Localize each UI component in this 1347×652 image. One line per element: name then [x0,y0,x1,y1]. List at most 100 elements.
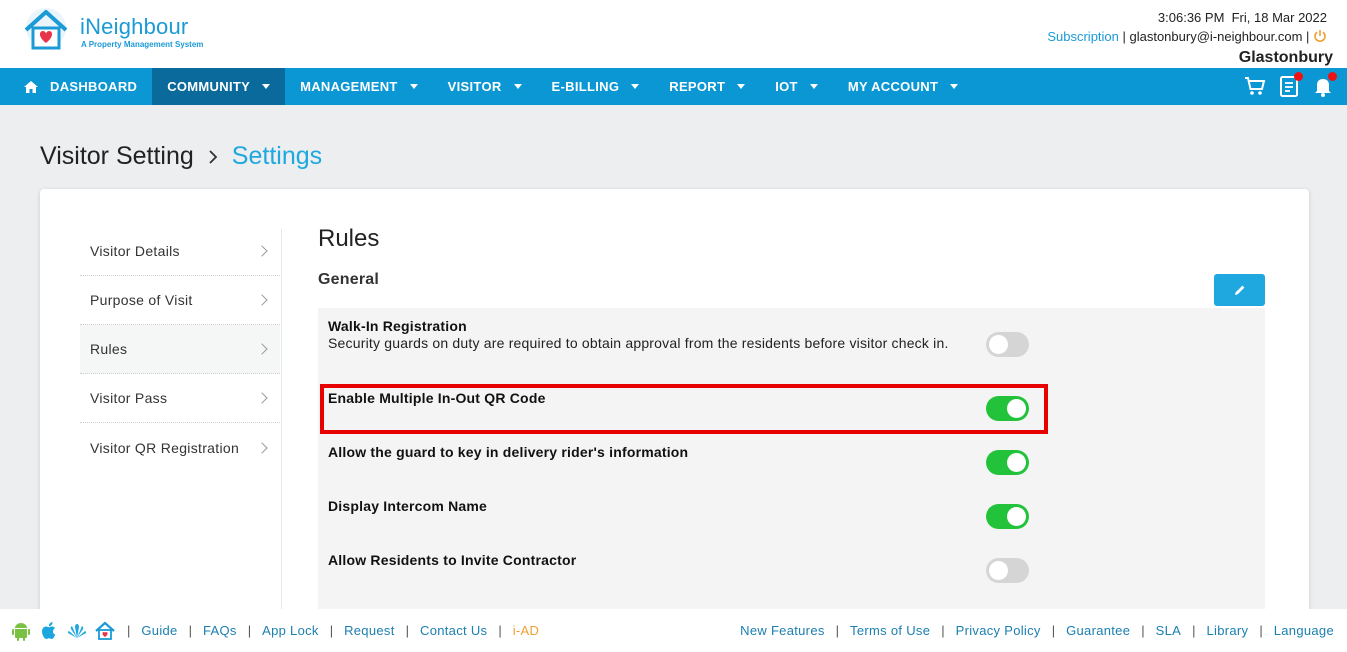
apple-icon[interactable] [38,620,60,642]
subscription-link[interactable]: Subscription [1047,29,1119,44]
walk-in-registration-toggle[interactable] [986,332,1029,357]
power-icon[interactable] [1313,29,1327,43]
content-title: Rules [318,225,380,252]
huawei-icon[interactable] [66,620,88,642]
notes-icon[interactable] [1277,72,1303,98]
rules-panel: Walk-In Registration Security guards on … [318,308,1265,629]
nav-iot[interactable]: IOT [760,68,833,105]
pencil-icon [1234,285,1244,295]
side-item-purpose-of-visit[interactable]: Purpose of Visit [80,276,280,325]
display-intercom-name-toggle[interactable] [986,504,1029,529]
section-title: General [318,271,379,288]
footer-link-sla[interactable]: SLA [1156,623,1181,638]
nav-e-billing[interactable]: E-BILLING [537,68,655,105]
nav-label: MANAGEMENT [300,79,398,94]
cart-icon[interactable] [1243,74,1267,98]
footer-link-terms-of-use[interactable]: Terms of Use [850,623,930,638]
settings-card: Visitor Details Purpose of Visit Rules V… [40,189,1309,629]
nav-community[interactable]: COMMUNITY [152,68,286,105]
account-email: | glastonbury@i-neighbour.com | [1118,29,1313,44]
side-item-label: Visitor QR Registration [90,439,240,456]
footer-link-app-lock[interactable]: App Lock [262,623,319,638]
main-nav: DASHBOARD COMMUNITY MANAGEMENT VISITOR E… [0,68,1347,105]
home-icon [24,80,38,93]
footer-link-language[interactable]: Language [1274,623,1334,638]
nav-dashboard[interactable]: DASHBOARD [0,68,152,105]
ineighbour-logo-icon[interactable] [22,6,74,54]
footer-link-privacy-policy[interactable]: Privacy Policy [956,623,1041,638]
nav-label: COMMUNITY [167,79,251,94]
breadcrumb: Visitor Setting Settings [40,142,322,171]
caret-down-icon [409,84,418,89]
footer-right: New Features | Terms of Use | Privacy Po… [740,623,1334,638]
breadcrumb-current: Settings [231,142,323,170]
nav-report[interactable]: REPORT [654,68,760,105]
side-item-visitor-qr-registration[interactable]: Visitor QR Registration [80,423,280,472]
invite-contractor-toggle[interactable] [986,558,1029,583]
rule-title: Walk-In Registration [328,318,467,334]
footer-link-guide[interactable]: Guide [141,623,177,638]
top-header: iNeighbour A Property Management System … [0,0,1347,68]
footer-link-faqs[interactable]: FAQs [203,623,237,638]
footer: | Guide | FAQs | App Lock | Request | Co… [0,609,1347,652]
chevron-right-icon [256,343,268,355]
caret-down-icon [809,84,818,89]
rule-guard-key-in-rider-info: Allow the guard to key in delivery rider… [328,444,1029,475]
footer-separator: | [405,623,410,638]
ineighbour-app-icon[interactable] [94,620,116,642]
current-datetime: 3:06:36 PM Fri, 18 Mar 2022 [1157,10,1327,25]
caret-down-icon [737,84,746,89]
settings-side-menu: Visitor Details Purpose of Visit Rules V… [80,227,280,472]
side-item-visitor-details[interactable]: Visitor Details [80,227,280,276]
notification-badge [1294,72,1303,81]
rule-title: Allow Residents to Invite Contractor [328,552,577,568]
nav-label: E-BILLING [551,79,620,94]
footer-separator: | [329,623,334,638]
guard-key-in-rider-info-toggle[interactable] [986,450,1029,475]
rule-title: Display Intercom Name [328,498,488,514]
caret-down-icon [950,84,959,89]
side-divider [281,229,282,629]
rule-invite-contractor: Allow Residents to Invite Contractor [328,552,1029,583]
footer-link-i-ad[interactable]: i-AD [513,623,539,638]
chevron-right-icon [256,294,268,306]
side-item-label: Rules [90,341,128,357]
side-item-rules[interactable]: Rules [80,325,280,374]
bell-icon[interactable] [1311,72,1337,98]
footer-separator: | [1259,623,1263,638]
caret-down-icon [513,84,522,89]
nav-icon-group [1243,72,1337,98]
brand-tagline: A Property Management System [81,40,204,49]
footer-link-contact-us[interactable]: Contact Us [420,623,487,638]
edit-button[interactable] [1214,274,1265,306]
rule-display-intercom-name: Display Intercom Name [328,498,1029,529]
footer-separator: | [1192,623,1196,638]
footer-link-guarantee[interactable]: Guarantee [1066,623,1130,638]
breadcrumb-root[interactable]: Visitor Setting [40,142,194,171]
rule-walk-in-registration: Walk-In Registration Security guards on … [328,318,1029,357]
rule-title: Allow the guard to key in delivery rider… [328,444,689,460]
highlight-annotation [320,384,1048,434]
nav-label: IOT [775,79,798,94]
nav-label: DASHBOARD [50,79,138,94]
footer-separator: | [247,623,252,638]
account-line: Subscription | glastonbury@i-neighbour.c… [1047,29,1327,45]
toggle-knob [1007,507,1026,526]
nav-label: MY ACCOUNT [847,79,939,94]
footer-link-request[interactable]: Request [344,623,395,638]
nav-my-account[interactable]: MY ACCOUNT [833,68,973,105]
nav-visitor[interactable]: VISITOR [433,68,537,105]
rules-content: Rules General Walk-In Registration Secur… [318,225,1265,629]
footer-link-library[interactable]: Library [1207,623,1249,638]
account-info: 3:06:36 PM Fri, 18 Mar 2022 Subscription… [1047,10,1333,67]
nav-label: VISITOR [447,79,502,94]
side-item-visitor-pass[interactable]: Visitor Pass [80,374,280,423]
android-icon[interactable] [10,620,32,642]
nav-management[interactable]: MANAGEMENT [285,68,433,105]
chevron-right-icon [256,441,268,454]
footer-separator: | [1141,623,1145,638]
notification-badge [1328,72,1337,81]
footer-separator: | [188,623,192,638]
footer-link-new-features[interactable]: New Features [740,623,825,638]
toggle-knob [989,561,1008,580]
